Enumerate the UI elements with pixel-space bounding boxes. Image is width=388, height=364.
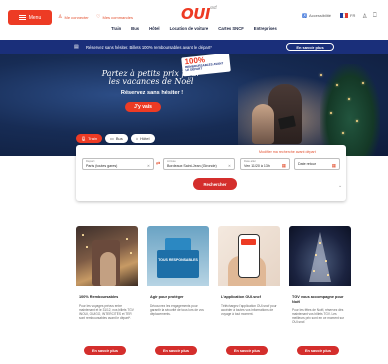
modify-search-link[interactable]: Modifier ma recherche avant départ (259, 150, 316, 154)
promo-more-button[interactable]: En savoir plus (286, 43, 334, 51)
tab-bus-label: Bus (115, 136, 123, 141)
orders-link[interactable]: ♡ Mes commandes (96, 14, 133, 20)
menu-label: Menu (28, 14, 42, 21)
logo-suffix: sncf (210, 5, 217, 10)
arrival-value: Bordeaux Saint-Jean (Gironde) (167, 163, 217, 168)
card-title: 100% Remboursables (79, 295, 119, 299)
info-cards: 100% Remboursables Pour les voyages prév… (76, 226, 351, 364)
promo-banner: ▤ Réservez sans hésiter. Billets 100% re… (0, 40, 388, 54)
card-desc: Pour les fêtes de Noël, réservez dès mai… (292, 308, 345, 324)
tab-hotel[interactable]: ⌂ Hôtel (130, 134, 155, 143)
card-title: L'application OUI.sncf (221, 295, 261, 299)
french-flag-icon (340, 13, 349, 18)
card-desc: Pour les voyages prévus entre maintenant… (79, 303, 134, 320)
oui-logo[interactable]: OUIsncf (181, 5, 217, 23)
card-image-christmas-tree (289, 226, 351, 286)
orders-label: Mes commandes (102, 14, 133, 20)
language-label: FR (350, 13, 356, 18)
logo-text: OUI (181, 5, 211, 23)
ticket-icon: ▤ (74, 44, 79, 50)
arrival-field[interactable]: Arrivée Bordeaux Saint-Jean (Gironde) ✕ (163, 158, 235, 170)
card-more-button[interactable]: En savoir plus (155, 346, 197, 355)
train-icon: 🚆︎ (81, 136, 87, 141)
return-value: Date retour (298, 162, 316, 166)
card-refundable: 100% Remboursables Pour les voyages prév… (76, 226, 138, 364)
child-figure (252, 104, 274, 144)
card-more-button[interactable]: En savoir plus (84, 346, 126, 355)
departure-field[interactable]: Départ Paris (toutes gares) ✕ (82, 158, 154, 170)
responsibility-sign: TOUS RESPONSABLES (157, 250, 199, 278)
main-nav: Train Bus Hôtel Location de voiture Cart… (0, 24, 388, 34)
hotel-icon: ⌂ (135, 136, 139, 141)
card-title: Agir pour protéger (150, 295, 184, 299)
clear-departure-icon[interactable]: ✕ (147, 164, 150, 168)
card-christmas: TGV vous accompagne pour Noël Pour les f… (289, 226, 351, 364)
departure-date-field[interactable]: Date aller Ven 11/20 à 13h ▦ (240, 158, 290, 170)
user-icon: ♙ (58, 14, 63, 20)
cart-icon[interactable]: ⎕ (373, 13, 377, 20)
card-desc: Téléchargez l'application OUI.sncf pour … (221, 303, 277, 316)
hero-banner: 100% REMBOURSABLES AVANT LE DÉPART Parte… (0, 54, 388, 156)
chevron-down-icon[interactable]: ⌄ (338, 183, 342, 189)
christmas-tree-image (320, 64, 380, 156)
bus-icon: ▭ (110, 136, 114, 141)
accessibility-link[interactable]: ♿ Accessibilité (302, 13, 331, 18)
return-date-field[interactable]: Date retour ▦ (294, 158, 340, 170)
transport-tabs: 🚆︎ Train ▭ Bus ⌂ Hôtel (76, 134, 155, 143)
card-app: L'application OUI.sncf Téléchargez l'app… (218, 226, 280, 364)
hero-headline: Partez à petits prix pour les vacances d… (101, 69, 201, 86)
hero-subline: Réservez sans hésiter ! (120, 90, 184, 96)
language-selector[interactable]: FR (340, 13, 355, 18)
login-link[interactable]: ♙ Me connecter (58, 14, 89, 20)
hero-cta-button[interactable]: J'y vais (125, 102, 161, 112)
tab-train-label: Train (88, 136, 98, 141)
hamburger-icon (18, 15, 26, 20)
top-bar: Menu ♙ Me connecter ♡ Mes commandes OUIs… (0, 0, 388, 32)
account-icon[interactable]: ♙ (362, 13, 367, 20)
nav-train[interactable]: Train (111, 24, 121, 34)
accessibility-label: Accessibilité (308, 13, 331, 18)
heart-icon: ♡ (96, 14, 101, 20)
menu-button[interactable]: Menu (8, 10, 52, 25)
search-form: Modifier ma recherche avant départ Dépar… (76, 145, 346, 201)
search-button[interactable]: Rechercher (193, 178, 237, 190)
card-title: TGV vous accompagne pour Noël (292, 295, 344, 304)
tab-bus[interactable]: ▭ Bus (105, 134, 128, 143)
nav-bus[interactable]: Bus (131, 24, 139, 34)
card-image-family-door (76, 226, 138, 286)
nav-business[interactable]: Entreprises (254, 24, 277, 34)
nav-car-rental[interactable]: Location de voiture (170, 24, 209, 34)
swap-icon[interactable]: ⇄ (156, 161, 160, 167)
login-label: Me connecter (64, 14, 89, 20)
card-more-button[interactable]: En savoir plus (297, 346, 339, 355)
calendar-icon: ▦ (281, 163, 286, 168)
nav-sncf-cards[interactable]: Cartes SNCF (218, 24, 244, 34)
card-desc: Découvrez les engagements pour garantir … (150, 303, 204, 316)
clear-arrival-icon[interactable]: ✕ (228, 164, 231, 168)
date-value: Ven 11/20 à 13h (244, 163, 270, 168)
tab-hotel-label: Hôtel (140, 136, 150, 141)
tab-train[interactable]: 🚆︎ Train (76, 134, 103, 143)
return-calendar-icon: ▦ (331, 163, 336, 168)
accessibility-icon: ♿ (302, 13, 307, 18)
departure-value: Paris (toutes gares) (86, 163, 118, 168)
card-more-button[interactable]: En savoir plus (226, 346, 268, 355)
promo-text: Réservez sans hésiter. Billets 100% remb… (86, 45, 212, 50)
card-image-responsibility: TOUS RESPONSABLES (147, 226, 209, 286)
card-protect: TOUS RESPONSABLES Agir pour protéger Déc… (147, 226, 209, 364)
nav-hotel[interactable]: Hôtel (149, 24, 159, 34)
card-image-phone (218, 226, 280, 286)
